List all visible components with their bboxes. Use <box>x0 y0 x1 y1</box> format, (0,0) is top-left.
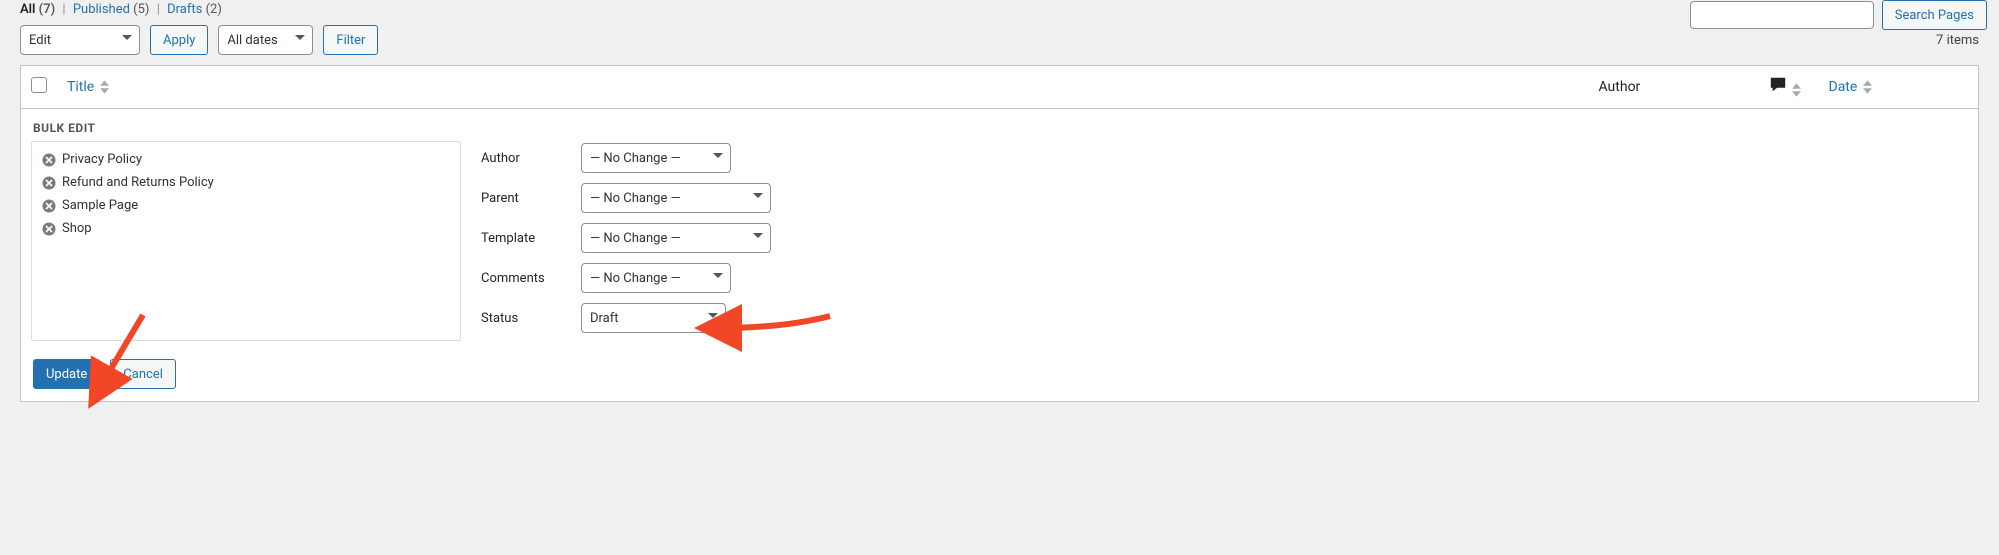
sort-icon <box>1792 83 1801 97</box>
sort-icon <box>100 80 109 94</box>
status-value: Draft <box>590 311 619 326</box>
pages-table: Title Author Da <box>20 65 1979 402</box>
bulk-item: Shop <box>32 217 460 240</box>
chevron-down-icon <box>294 32 306 48</box>
author-label: Author <box>481 151 565 166</box>
chevron-down-icon <box>712 150 724 166</box>
bulk-edit-row: BULK EDIT Privacy Policy Refund and Retu… <box>21 109 1979 402</box>
col-title-label: Title <box>67 79 94 95</box>
date-filter-select[interactable]: All dates <box>218 25 313 55</box>
update-button[interactable]: Update <box>33 359 100 389</box>
speech-bubble-icon <box>1769 82 1790 98</box>
bulk-item: Sample Page <box>32 194 460 217</box>
bulk-item-label: Shop <box>62 221 92 236</box>
bulk-action-selected: Edit <box>29 33 51 48</box>
template-value: — No Change — <box>590 231 681 246</box>
bulk-edit-heading: BULK EDIT <box>33 121 1968 135</box>
status-select[interactable]: Draft <box>581 303 726 333</box>
comments-select[interactable]: — No Change — <box>581 263 731 293</box>
bulk-fields: Author — No Change — Parent — No Change … <box>481 141 771 343</box>
separator: | <box>58 2 69 17</box>
parent-select[interactable]: — No Change — <box>581 183 771 213</box>
filter-drafts[interactable]: Drafts (2) <box>167 2 222 17</box>
parent-value: — No Change — <box>590 191 681 206</box>
template-select[interactable]: — No Change — <box>581 223 771 253</box>
apply-button[interactable]: Apply <box>150 25 208 55</box>
chevron-down-icon <box>752 230 764 246</box>
remove-icon[interactable] <box>42 199 56 213</box>
bulk-edit-item-list: Privacy Policy Refund and Returns Policy… <box>31 141 461 341</box>
col-comments[interactable] <box>1759 66 1819 109</box>
filter-all-label: All <box>20 2 35 17</box>
col-author[interactable]: Author <box>1589 66 1759 109</box>
template-label: Template <box>481 231 565 246</box>
filter-button[interactable]: Filter <box>323 25 378 55</box>
comments-label: Comments <box>481 271 565 286</box>
bulk-action-select[interactable]: Edit <box>20 25 140 55</box>
date-filter-selected: All dates <box>227 33 277 48</box>
author-select[interactable]: — No Change — <box>581 143 731 173</box>
author-value: — No Change — <box>590 151 681 166</box>
bulk-item-label: Refund and Returns Policy <box>62 175 214 190</box>
parent-label: Parent <box>481 191 565 206</box>
filter-published-label: Published <box>73 2 130 17</box>
cancel-button[interactable]: Cancel <box>110 359 176 389</box>
bulk-item-label: Sample Page <box>62 198 138 213</box>
comments-value: — No Change — <box>590 271 681 286</box>
filter-all-count: (7) <box>39 2 56 17</box>
chevron-down-icon <box>752 190 764 206</box>
chevron-down-icon <box>712 270 724 286</box>
col-title[interactable]: Title <box>57 66 1589 109</box>
separator: | <box>153 2 164 17</box>
filter-published-count: (5) <box>133 2 149 17</box>
search-input[interactable] <box>1690 1 1874 29</box>
filter-drafts-count: (2) <box>206 2 222 17</box>
col-date-label: Date <box>1829 79 1858 95</box>
col-date[interactable]: Date <box>1819 66 1979 109</box>
chevron-down-icon <box>121 32 133 48</box>
bulk-item-label: Privacy Policy <box>62 152 142 167</box>
status-label: Status <box>481 311 565 326</box>
bulk-item: Privacy Policy <box>32 148 460 171</box>
sort-icon <box>1863 80 1872 94</box>
result-count: 7 items <box>1936 33 1979 48</box>
select-all-checkbox[interactable] <box>31 77 47 93</box>
filter-published[interactable]: Published (5) <box>73 2 153 17</box>
search-pages-button[interactable]: Search Pages <box>1882 0 1987 30</box>
remove-icon[interactable] <box>42 153 56 167</box>
filter-drafts-label: Drafts <box>167 2 202 17</box>
chevron-down-icon <box>707 310 719 326</box>
remove-icon[interactable] <box>42 176 56 190</box>
remove-icon[interactable] <box>42 222 56 236</box>
filter-all[interactable]: All (7) <box>20 2 58 17</box>
bulk-item: Refund and Returns Policy <box>32 171 460 194</box>
